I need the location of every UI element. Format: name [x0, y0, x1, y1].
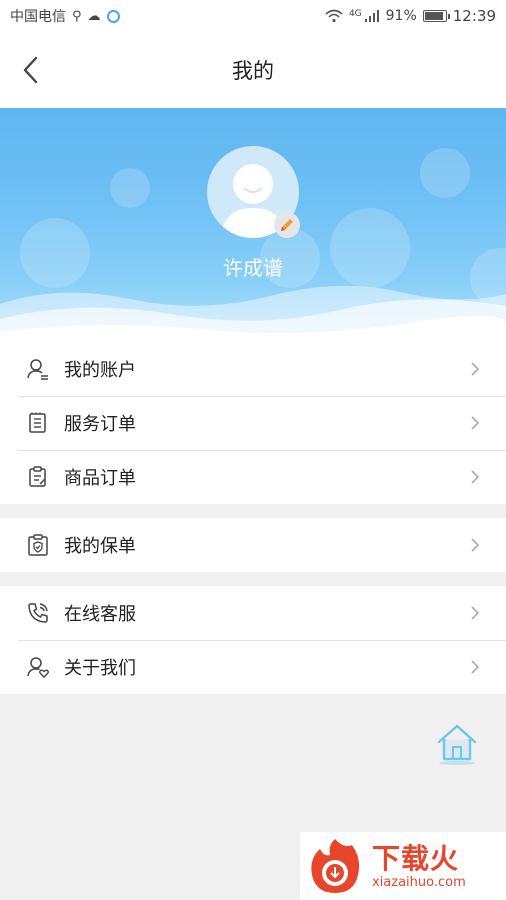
- network-type-label: 4G: [348, 9, 362, 19]
- menu-item-service-orders[interactable]: 服务订单: [0, 396, 506, 450]
- edit-avatar-button[interactable]: [274, 212, 300, 238]
- chevron-right-icon: [471, 538, 480, 552]
- shield-clipboard-icon: [26, 533, 50, 557]
- app-notification-icon: [106, 9, 120, 23]
- back-button[interactable]: [18, 54, 46, 86]
- signal-icon: [364, 10, 379, 22]
- menu-item-label: 在线客服: [64, 604, 136, 625]
- home-icon[interactable]: [434, 722, 480, 766]
- wave-decoration: [0, 285, 506, 344]
- user-heart-icon: [26, 655, 50, 679]
- menu-item-my-account[interactable]: 我的账户: [0, 342, 506, 396]
- watermark-cn: 下载火: [372, 842, 460, 875]
- clipboard-icon: [26, 465, 50, 489]
- document-list-icon: [26, 411, 50, 435]
- menu-item-online-service[interactable]: 在线客服: [0, 586, 506, 640]
- phone-icon: [26, 601, 50, 625]
- cloud-icon: ☁: [87, 8, 101, 24]
- status-right: 4G 91% 12:39: [325, 7, 496, 25]
- menu-item-label: 我的账户: [64, 360, 136, 381]
- menu-item-product-orders[interactable]: 商品订单: [0, 450, 506, 504]
- carrier-label: 中国电信: [10, 9, 66, 25]
- clock: 12:39: [452, 7, 496, 25]
- status-left: 中国电信 ⚲ ☁: [10, 6, 120, 26]
- page-title: 我的: [232, 59, 274, 83]
- bokeh-decoration: [420, 148, 470, 198]
- menu-item-label: 服务订单: [64, 414, 136, 435]
- menu-item-label: 我的保单: [64, 536, 136, 557]
- battery-percent: 91%: [385, 8, 417, 24]
- profile-header: 许成谱: [0, 108, 506, 344]
- status-bar: 中国电信 ⚲ ☁ 4G 91% 12:39: [0, 0, 506, 32]
- flame-logo-icon: [311, 839, 360, 893]
- battery-icon: [422, 10, 450, 22]
- chevron-right-icon: [471, 416, 480, 430]
- chevron-right-icon: [471, 606, 480, 620]
- chevron-right-icon: [471, 660, 480, 674]
- menu-item-label: 商品订单: [64, 468, 136, 489]
- menu-item-about-us[interactable]: 关于我们: [0, 640, 506, 694]
- menu-group-policy: 我的保单: [0, 518, 506, 572]
- menu-group-account: 我的账户 服务订单 商品订单: [0, 342, 506, 504]
- wifi-icon: [325, 9, 343, 23]
- menu-item-my-policy[interactable]: 我的保单: [0, 518, 506, 572]
- watermark-text: 下载火 xiazaihuo.com: [372, 842, 466, 890]
- nav-bar: 我的: [0, 32, 506, 108]
- menu-group-support: 在线客服 关于我们: [0, 586, 506, 694]
- chevron-right-icon: [471, 362, 480, 376]
- menu-item-label: 关于我们: [64, 658, 136, 679]
- usb-icon: ⚲: [72, 8, 82, 24]
- bokeh-decoration: [110, 168, 150, 208]
- watermark-en: xiazaihuo.com: [372, 875, 466, 890]
- watermark-logo: 下载火 xiazaihuo.com: [300, 832, 506, 900]
- username: 许成谱: [223, 256, 283, 280]
- chevron-right-icon: [471, 470, 480, 484]
- user-icon: [26, 357, 50, 381]
- pencil-icon: [281, 219, 293, 231]
